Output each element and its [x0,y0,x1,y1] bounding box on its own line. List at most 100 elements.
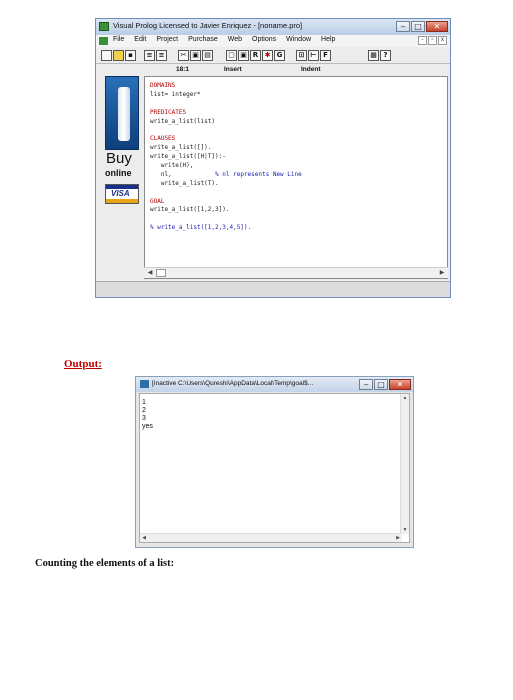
code-editor[interactable]: DOMAINS list= integer* PREDICATES write_a_… [144,76,448,279]
mdi-controls: - ▫ x [418,36,447,45]
menu-purchase[interactable]: Purchase [188,36,218,43]
console-vertical-scrollbar[interactable]: ▲ ▼ [400,394,409,534]
output-line: 2 [142,407,146,414]
goal-g-button[interactable]: G [274,50,285,61]
save-file-icon[interactable]: ▪ [125,50,136,61]
buy-online-ad[interactable]: Buy online VISA [102,76,142,226]
copy-icon[interactable]: ≡ [156,50,167,61]
console-title-bar: [Inactive C:\Users\Qureshi\AppData\Local… [136,377,413,392]
run-r-button[interactable]: R [250,50,261,61]
menu-web[interactable]: Web [228,36,242,43]
close-button[interactable]: ✕ [426,21,448,32]
maximize-button[interactable]: □ [411,21,425,32]
ad-product-icon [118,87,130,141]
ad-online-text: online [105,168,132,178]
document-menu-icon[interactable] [99,37,108,45]
mdi-close-button[interactable]: x [438,36,447,45]
cut-icon[interactable]: ≡ [144,50,155,61]
indent-mode: Indent [301,66,321,73]
output-label: Output: [64,358,102,370]
source-code: DOMAINS list= integer* PREDICATES write_a_… [150,82,302,233]
console-maximize-button[interactable]: □ [374,379,388,390]
debug-gear-icon[interactable]: ✱ [262,50,273,61]
undo-icon[interactable]: ▣ [190,50,201,61]
code-text: nl, [150,170,216,178]
code-line: CLAUSES [150,135,176,143]
vp-toolbar: ▪ ≡ ≡ ✂ ▣ ▤ ▢ ▣ R ✱ G ⊡ ⊢ F ▦ ? [96,48,450,64]
console-app-icon [140,380,149,388]
vp-message-bar [96,281,450,297]
menu-help[interactable]: Help [321,36,335,43]
menu-window[interactable]: Window [286,36,311,43]
scroll-left-icon[interactable]: ◀ [145,269,155,277]
console-close-button[interactable]: ✕ [389,379,411,390]
console-title: [Inactive C:\Users\Qureshi\AppData\Local… [152,380,314,387]
editor-status-row: 18:1 Insert Indent [96,64,450,75]
code-line: GOAL [150,197,165,205]
code-comment: % nl represents New Line [215,170,302,178]
console-horizontal-scrollbar[interactable]: ◀ ▶ [140,533,402,542]
output-line: 3 [142,415,146,422]
output-line: 1 [142,399,146,406]
menu-options[interactable]: Options [252,36,276,43]
project-icon[interactable]: ▦ [368,50,379,61]
code-line: PREDICATES [150,108,187,116]
visa-card-icon: VISA [105,184,139,204]
minimize-button[interactable]: ‒ [396,21,410,32]
code-line: write_a_list([H|T]):- [150,153,226,161]
scroll-left-icon[interactable]: ◀ [140,534,148,542]
section-heading: Counting the elements of a list: [35,558,175,569]
open-file-icon[interactable] [113,50,124,61]
console-window: [Inactive C:\Users\Qureshi\AppData\Local… [135,376,414,548]
build-icon[interactable]: ▣ [238,50,249,61]
code-line: write(H), [150,162,194,170]
menu-project[interactable]: Project [156,36,178,43]
code-line: % write_a_list([1,2,3,4,5]). [150,224,252,232]
new-file-icon[interactable] [101,50,112,61]
console-output-area[interactable]: 1 2 3 yes ▲ ▼ ◀ ▶ [139,393,410,543]
visual-prolog-window: Visual Prolog Licensed to Javier Enrique… [95,18,451,298]
tree-icon[interactable]: ⊢ [308,50,319,61]
scroll-thumb[interactable] [156,269,166,277]
editor-horizontal-scrollbar[interactable]: ◀ ▶ [144,267,448,278]
code-line: write_a_list(T). [150,179,219,187]
code-line: write_a_list(list) [150,117,216,125]
ad-buy-text: Buy [106,150,132,167]
vp-window-controls: ‒ □ ✕ [396,21,448,32]
scroll-up-icon[interactable]: ▲ [401,394,409,402]
help-icon[interactable]: ? [380,50,391,61]
vp-title-bar: Visual Prolog Licensed to Javier Enrique… [96,19,450,35]
cursor-position: 18:1 [176,66,190,73]
scroll-right-icon[interactable]: ▶ [394,534,402,542]
mdi-restore-button[interactable]: ▫ [428,36,437,45]
console-window-controls: ‒ □ ✕ [359,379,411,390]
code-line: DOMAINS [150,82,176,89]
prolog-app-icon [99,22,109,31]
browse-icon[interactable]: ⊡ [296,50,307,61]
scroll-right-icon[interactable]: ▶ [437,269,447,277]
paste-icon[interactable]: ✂ [178,50,189,61]
ad-product-box [105,76,139,150]
mdi-minimize-button[interactable]: - [418,36,427,45]
vp-window-title: Visual Prolog Licensed to Javier Enrique… [113,21,303,30]
visa-label: VISA [111,189,130,198]
code-line: nl, % nl represents New Line [150,171,302,180]
compile-icon[interactable]: ▢ [226,50,237,61]
console-minimize-button[interactable]: ‒ [359,379,373,390]
code-line: list= integer* [150,90,201,98]
menu-edit[interactable]: Edit [134,36,146,43]
output-line: yes [142,423,153,430]
scroll-down-icon[interactable]: ▼ [401,526,409,534]
redo-icon[interactable]: ▤ [202,50,213,61]
insert-mode: Insert [224,66,242,73]
console-output: 1 2 3 yes [142,399,153,431]
vp-menu-bar: File Edit Project Purchase Web Options W… [96,35,450,47]
code-line: write_a_list([1,2,3]). [150,206,230,214]
menu-file[interactable]: File [113,36,124,43]
code-line: write_a_list([]). [150,144,212,152]
find-f-button[interactable]: F [320,50,331,61]
